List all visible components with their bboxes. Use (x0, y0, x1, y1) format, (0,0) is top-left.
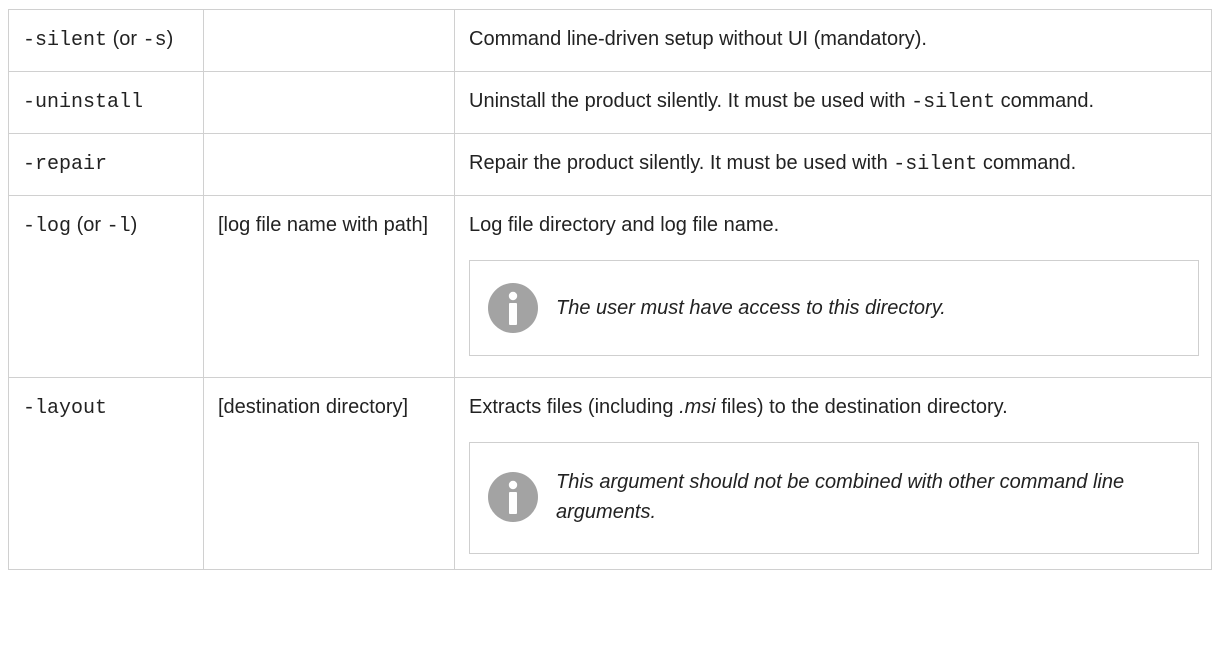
table-row: -uninstall Uninstall the product silentl… (8, 71, 1212, 134)
argument-close-paren: ) (166, 28, 174, 50)
description-text-end: command. (995, 90, 1095, 112)
value-cell (203, 71, 455, 134)
description-text: Extracts files (including .msi files) to… (469, 392, 1199, 422)
argument-name: -uninstall (23, 91, 144, 114)
argument-name: -log (23, 215, 72, 238)
note-box: The user must have access to this direct… (469, 260, 1199, 356)
description-text-start: Extracts files (including (469, 396, 680, 418)
table-row: -log (or -l) [log file name with path] L… (8, 195, 1212, 378)
argument-name: -layout (23, 397, 108, 420)
info-icon (488, 472, 538, 522)
table-row: -repair Repair the product silently. It … (8, 133, 1212, 196)
note-box: This argument should not be combined wit… (469, 442, 1199, 554)
note-text: The user must have access to this direct… (556, 297, 946, 319)
argument-or-text: (or (107, 28, 143, 50)
argument-alias: -l (106, 215, 131, 238)
info-icon (488, 283, 538, 333)
description-text-end: command. (977, 152, 1077, 174)
argument-cell: -layout (8, 377, 204, 570)
argument-cell: -repair (8, 133, 204, 196)
table-row: -silent (or -s) Command line-driven setu… (8, 9, 1212, 72)
argument-alias: -s (142, 29, 167, 52)
argument-or-text: (or (71, 214, 107, 236)
msi-emphasis: .msi (679, 396, 716, 418)
description-code: -silent (911, 91, 996, 114)
description-cell: Uninstall the product silently. It must … (454, 71, 1212, 134)
value-cell (203, 133, 455, 196)
description-text: Command line-driven setup without UI (ma… (469, 28, 927, 50)
note-text: This argument should not be combined wit… (556, 471, 1125, 523)
description-text: Repair the product silently. It must be … (469, 152, 894, 174)
argument-cell: -uninstall (8, 71, 204, 134)
table-row: -layout [destination directory] Extracts… (8, 377, 1212, 570)
description-cell: Command line-driven setup without UI (ma… (454, 9, 1212, 72)
description-code: -silent (893, 153, 978, 176)
argument-name: -silent (23, 29, 108, 52)
value-cell: [destination directory] (203, 377, 455, 570)
description-text: Uninstall the product silently. It must … (469, 90, 912, 112)
description-text-end: files) to the destination directory. (715, 396, 1008, 418)
argument-cell: -silent (or -s) (8, 9, 204, 72)
description-cell: Extracts files (including .msi files) to… (454, 377, 1212, 570)
description-cell: Log file directory and log file name. Th… (454, 195, 1212, 378)
argument-close-paren: ) (130, 214, 138, 236)
description-text: Log file directory and log file name. (469, 214, 780, 236)
value-cell (203, 9, 455, 72)
description-cell: Repair the product silently. It must be … (454, 133, 1212, 196)
argument-cell: -log (or -l) (8, 195, 204, 378)
command-line-arguments-table: -silent (or -s) Command line-driven setu… (8, 9, 1212, 570)
argument-name: -repair (23, 153, 108, 176)
value-cell: [log file name with path] (203, 195, 455, 378)
